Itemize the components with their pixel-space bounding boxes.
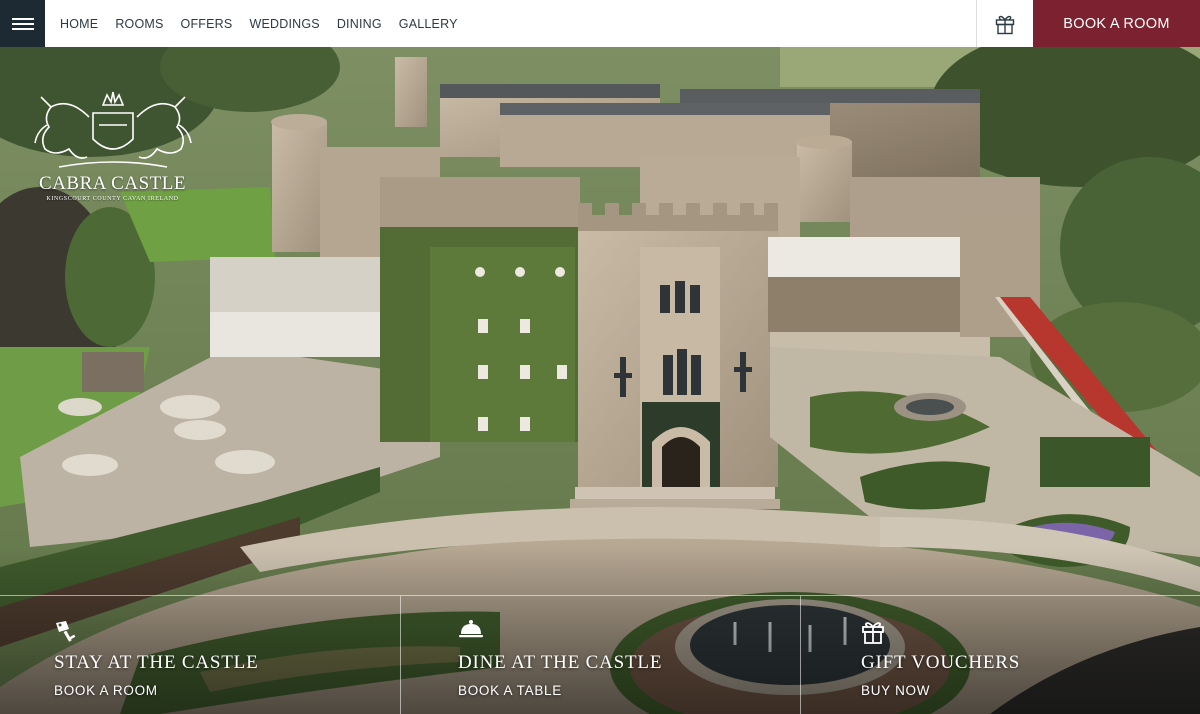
gift-icon <box>862 622 884 644</box>
cta-gift[interactable]: GIFT VOUCHERS BUY NOW <box>800 596 1200 714</box>
main-nav: HOME ROOMS OFFERS WEDDINGS DINING GALLER… <box>45 0 976 47</box>
hamburger-menu-button[interactable] <box>0 0 45 47</box>
nav-link-weddings[interactable]: WEDDINGS <box>249 17 319 31</box>
cta-stay[interactable]: STAY AT THE CASTLE BOOK A ROOM <box>0 596 400 714</box>
cta-gift-action[interactable]: BUY NOW <box>861 683 930 698</box>
cta-dine-title: DINE AT THE CASTLE <box>458 652 663 673</box>
book-a-room-button[interactable]: BOOK A ROOM <box>1033 0 1200 47</box>
cta-gift-title: GIFT VOUCHERS <box>861 652 1021 673</box>
cta-stay-action[interactable]: BOOK A ROOM <box>54 683 158 698</box>
gift-icon <box>995 15 1015 34</box>
nav-link-rooms[interactable]: ROOMS <box>115 17 163 31</box>
hamburger-menu-icon <box>11 17 34 30</box>
nav-link-dining[interactable]: DINING <box>337 17 382 31</box>
cta-stay-title: STAY AT THE CASTLE <box>54 652 259 673</box>
castle-crest-icon <box>33 91 192 168</box>
logo-name: CABRA CASTLE <box>39 173 186 194</box>
cabra-castle-logo[interactable]: CABRA CASTLE KINGSCOURT COUNTY CAVAN IRE… <box>25 87 200 207</box>
gift-voucher-button[interactable] <box>976 0 1033 47</box>
nav-link-offers[interactable]: OFFERS <box>181 17 233 31</box>
logo-subtitle: KINGSCOURT COUNTY CAVAN IRELAND <box>46 196 179 202</box>
site-header: HOME ROOMS OFFERS WEDDINGS DINING GALLER… <box>0 0 1200 47</box>
nav-link-gallery[interactable]: GALLERY <box>399 17 458 31</box>
cloche-icon <box>459 620 483 638</box>
cta-strip: STAY AT THE CASTLE BOOK A ROOM DINE AT T… <box>0 595 1200 714</box>
key-tag-icon <box>56 621 76 642</box>
nav-link-home[interactable]: HOME <box>60 17 98 31</box>
cta-dine-action[interactable]: BOOK A TABLE <box>458 683 562 698</box>
cta-dine[interactable]: DINE AT THE CASTLE BOOK A TABLE <box>400 596 800 714</box>
